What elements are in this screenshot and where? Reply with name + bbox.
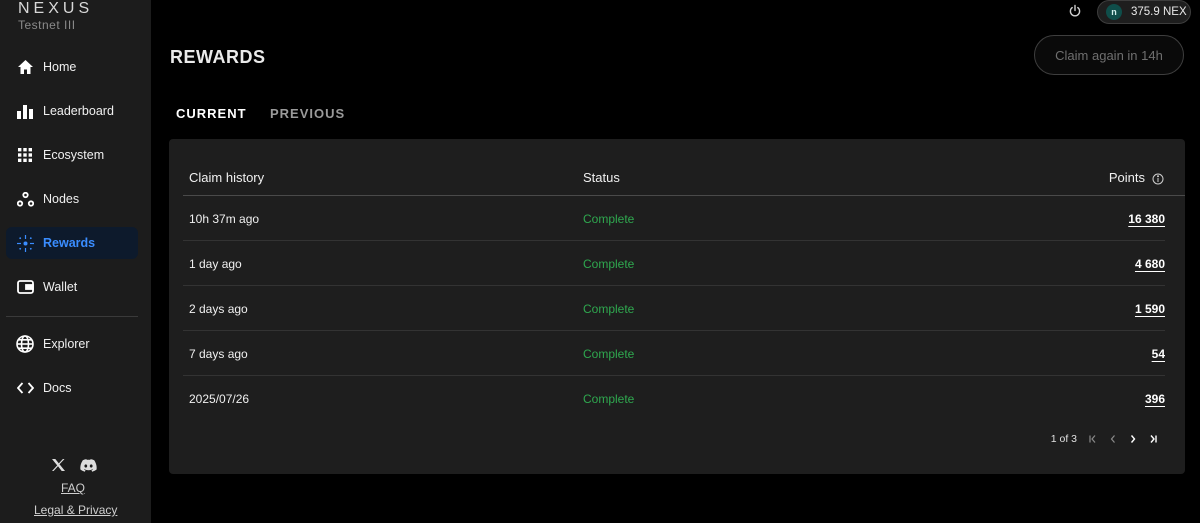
wallet-icon bbox=[16, 278, 34, 296]
faq-link[interactable]: FAQ bbox=[61, 481, 85, 495]
sidebar-item-label: Docs bbox=[43, 381, 72, 395]
brand-subtitle: Testnet III bbox=[18, 18, 76, 32]
grid-icon bbox=[16, 146, 34, 164]
rewards-sparkle-icon bbox=[16, 234, 34, 252]
claim-status: Complete bbox=[583, 347, 635, 361]
info-icon[interactable] bbox=[1152, 172, 1164, 185]
sidebar-item-label: Home bbox=[43, 60, 77, 74]
claim-points[interactable]: 54 bbox=[1152, 347, 1165, 361]
sidebar-item-docs[interactable]: Docs bbox=[6, 372, 138, 404]
claim-time: 2 days ago bbox=[189, 302, 248, 316]
wallet-balance-button[interactable]: n 375.9 NEX bbox=[1097, 0, 1191, 24]
sidebar-item-explorer[interactable]: Explorer bbox=[6, 328, 138, 360]
claim-points[interactable]: 1 590 bbox=[1135, 302, 1165, 316]
sidebar-divider bbox=[6, 316, 138, 317]
nex-coin-icon: n bbox=[1106, 4, 1122, 20]
x-icon[interactable] bbox=[49, 456, 67, 474]
tab-current[interactable]: CURRENT bbox=[176, 106, 247, 121]
sidebar-item-leaderboard[interactable]: Leaderboard bbox=[6, 95, 138, 127]
sidebar-item-wallet[interactable]: Wallet bbox=[6, 271, 138, 303]
pagination: 1 of 3 bbox=[1051, 432, 1163, 446]
sidebar-item-label: Rewards bbox=[43, 236, 96, 250]
sidebar-item-home[interactable]: Home bbox=[6, 51, 138, 83]
claim-status: Complete bbox=[583, 257, 635, 271]
column-header-status: Status bbox=[583, 170, 620, 185]
column-header-claim-history: Claim history bbox=[189, 170, 265, 185]
sidebar-item-rewards[interactable]: Rewards bbox=[6, 227, 138, 259]
brand: NEXUS Testnet III bbox=[18, 0, 93, 32]
claim-time: 1 day ago bbox=[189, 257, 242, 271]
claim-status: Complete bbox=[583, 302, 635, 316]
table-row: 10h 37m ago Complete 16 380 bbox=[183, 196, 1165, 241]
legal-privacy-link[interactable]: Legal & Privacy bbox=[34, 503, 117, 517]
power-icon[interactable] bbox=[1067, 3, 1083, 19]
claim-button[interactable]: Claim again in 14h bbox=[1034, 35, 1184, 75]
discord-icon[interactable] bbox=[79, 456, 97, 474]
sidebar-item-ecosystem[interactable]: Ecosystem bbox=[6, 139, 138, 171]
claim-status: Complete bbox=[583, 212, 635, 226]
home-icon bbox=[16, 58, 34, 76]
sidebar-item-label: Ecosystem bbox=[43, 148, 105, 162]
table-row: 2025/07/26 Complete 396 bbox=[183, 376, 1165, 421]
column-header-points: Points bbox=[1108, 170, 1145, 185]
claim-time: 7 days ago bbox=[189, 347, 248, 361]
first-page-icon[interactable] bbox=[1083, 432, 1103, 446]
claim-points[interactable]: 4 680 bbox=[1135, 257, 1165, 271]
claim-points[interactable]: 16 380 bbox=[1128, 212, 1165, 226]
page-indicator: 1 of 3 bbox=[1050, 433, 1077, 445]
globe-icon bbox=[16, 335, 34, 353]
sidebar-item-label: Explorer bbox=[43, 337, 90, 351]
sidebar-item-label: Nodes bbox=[43, 192, 80, 206]
balance-amount: 375.9 NEX bbox=[1131, 6, 1187, 18]
table-row: 1 day ago Complete 4 680 bbox=[183, 241, 1165, 286]
last-page-icon[interactable] bbox=[1143, 432, 1163, 446]
claim-history-panel: Claim history Status Points 10h 37m ago … bbox=[169, 139, 1185, 474]
claim-time: 2025/07/26 bbox=[189, 392, 250, 406]
previous-page-icon[interactable] bbox=[1103, 432, 1123, 446]
code-icon bbox=[16, 379, 34, 397]
claim-time: 10h 37m ago bbox=[189, 212, 260, 226]
table-row: 7 days ago Complete 54 bbox=[183, 331, 1165, 376]
table-row: 2 days ago Complete 1 590 bbox=[183, 286, 1165, 331]
sidebar-item-label: Leaderboard bbox=[43, 104, 114, 118]
page-title: REWARDS bbox=[170, 47, 266, 67]
brand-name: NEXUS bbox=[18, 0, 94, 17]
claim-status: Complete bbox=[583, 392, 635, 406]
sidebar-item-nodes[interactable]: Nodes bbox=[6, 183, 138, 215]
sidebar-item-label: Wallet bbox=[43, 280, 78, 294]
social-links bbox=[49, 456, 97, 474]
sidebar: NEXUS Testnet III Home Leaderboard Ecosy… bbox=[0, 0, 151, 523]
tab-previous[interactable]: PREVIOUS bbox=[270, 106, 345, 121]
claim-points[interactable]: 396 bbox=[1145, 392, 1165, 406]
nodes-icon bbox=[16, 190, 34, 208]
bar-chart-icon bbox=[16, 102, 34, 120]
next-page-icon[interactable] bbox=[1123, 432, 1143, 446]
